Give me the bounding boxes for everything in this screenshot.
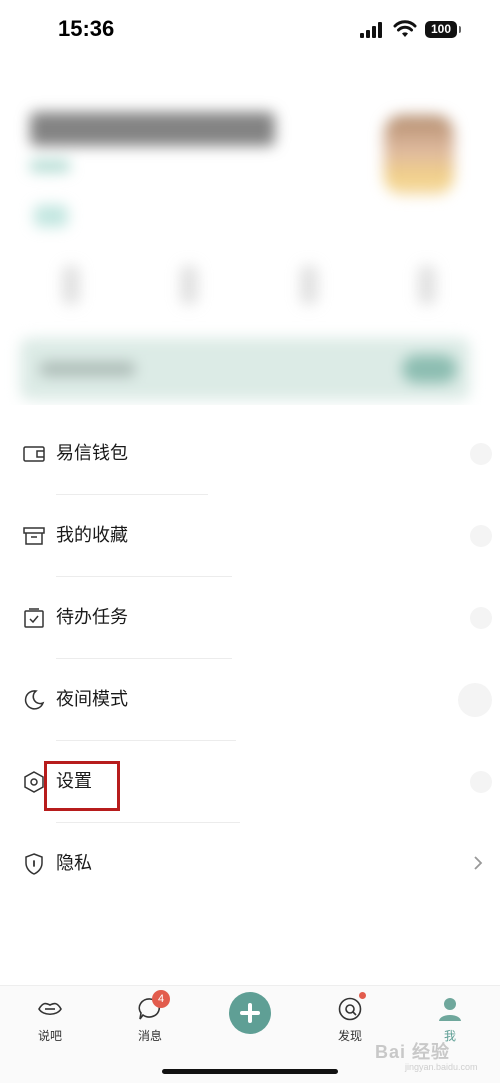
watermark-logo: Bai 经验 <box>375 1042 451 1062</box>
profile-stat-blurred <box>180 265 198 305</box>
menu-item-privacy[interactable]: 隐私 <box>0 823 500 905</box>
archive-box-icon <box>23 527 45 545</box>
compass-icon <box>338 997 362 1021</box>
menu-item-label: 易信钱包 <box>56 443 128 464</box>
highlight-box <box>44 761 120 811</box>
blurred-accessory <box>470 525 492 547</box>
wallet-icon <box>23 446 45 462</box>
tab-label: 消息 <box>137 1029 162 1043</box>
wifi-icon <box>393 20 417 37</box>
watermark-url: jingyan.baidu.com <box>405 1062 478 1072</box>
profile-name-blurred <box>30 112 275 146</box>
menu-item-label: 夜间模式 <box>56 689 128 710</box>
blurred-accessory <box>470 607 492 629</box>
profile-stat-blurred <box>418 265 436 305</box>
profile-header <box>0 60 500 405</box>
person-icon <box>439 998 461 1021</box>
menu-item-night-mode[interactable]: 夜间模式 <box>0 659 500 741</box>
moon-icon <box>24 690 45 710</box>
checklist-icon <box>24 608 44 628</box>
avatar[interactable] <box>384 115 454 195</box>
night-mode-toggle[interactable] <box>458 683 492 717</box>
tab-messages[interactable]: 4 消息 <box>110 986 190 1056</box>
profile-stat-blurred <box>300 265 318 305</box>
profile-tag-blurred <box>34 205 68 227</box>
plus-icon[interactable] <box>229 992 271 1034</box>
menu-item-label: 隐私 <box>56 853 92 874</box>
menu-item-todo[interactable]: 待办任务 <box>0 577 500 659</box>
menu-item-label: 我的收藏 <box>56 525 128 546</box>
blurred-accessory <box>470 443 492 465</box>
chevron-right-icon <box>474 856 483 870</box>
battery-icon: 100 <box>425 21 461 38</box>
signal-icon <box>360 22 386 38</box>
menu-item-wallet[interactable]: 易信钱包 <box>0 413 500 495</box>
home-indicator <box>162 1069 338 1074</box>
lips-icon <box>38 1002 62 1016</box>
unread-badge: 4 <box>152 990 170 1008</box>
shield-icon <box>25 853 43 875</box>
tab-shuoba[interactable]: 说吧 <box>10 986 90 1056</box>
tab-label: 说吧 <box>37 1029 62 1043</box>
profile-subtitle-blurred <box>30 160 70 172</box>
menu-item-favorites[interactable]: 我的收藏 <box>0 495 500 577</box>
promo-banner-button-blurred[interactable] <box>402 355 457 383</box>
menu-item-label: 待办任务 <box>56 607 128 628</box>
blurred-accessory <box>470 771 492 793</box>
status-bar: 15:36 100 <box>0 0 500 60</box>
notification-dot <box>359 992 366 999</box>
profile-stat-blurred <box>62 265 80 305</box>
promo-banner-text-blurred <box>40 362 135 376</box>
gear-hexagon-icon <box>24 771 44 793</box>
status-time: 15:36 <box>58 16 115 41</box>
